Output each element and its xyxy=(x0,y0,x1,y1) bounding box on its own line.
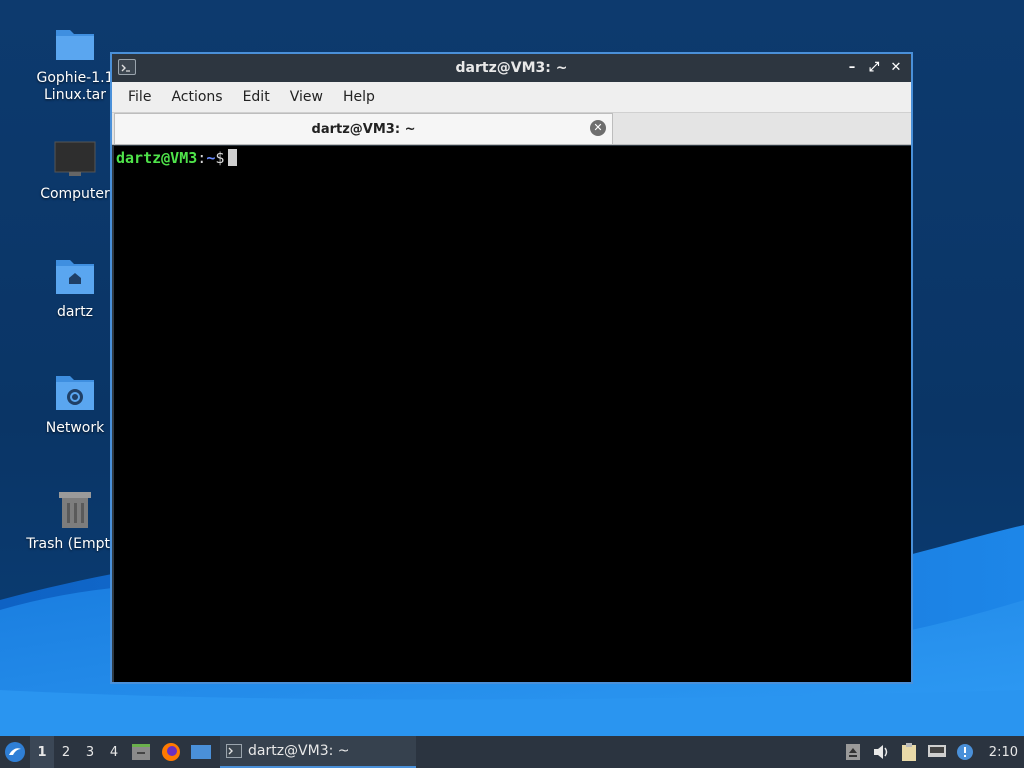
menu-file[interactable]: File xyxy=(118,89,161,105)
menu-view[interactable]: View xyxy=(280,89,333,105)
trash-icon xyxy=(53,488,97,532)
taskbar-item-terminal[interactable]: dartz@VM3: ~ xyxy=(220,736,416,768)
terminal-window[interactable]: dartz@VM3: ~ – ⤢ ✕ File Actions Edit Vie… xyxy=(110,52,913,684)
menu-bar: File Actions Edit View Help xyxy=(112,82,911,113)
menu-edit[interactable]: Edit xyxy=(233,89,280,105)
maximize-button[interactable]: ⤢ xyxy=(865,58,883,76)
terminal-icon xyxy=(226,744,242,758)
close-button[interactable]: ✕ xyxy=(887,58,905,76)
start-menu-button[interactable] xyxy=(0,736,30,768)
terminal-icon xyxy=(118,59,136,75)
menu-help[interactable]: Help xyxy=(333,89,385,105)
clock[interactable]: 2:10 xyxy=(989,745,1018,760)
desktop-switch-1[interactable]: 1 xyxy=(30,736,54,768)
tab-close-icon[interactable]: ✕ xyxy=(590,120,606,136)
lubuntu-logo-icon xyxy=(5,742,25,762)
network-icon[interactable] xyxy=(927,742,947,762)
home-folder-icon xyxy=(53,256,97,300)
clipboard-icon[interactable] xyxy=(899,742,919,762)
firefox-icon xyxy=(162,743,180,761)
firefox-launcher[interactable] xyxy=(156,736,186,768)
prompt-symbol: $ xyxy=(215,149,225,167)
file-manager-icon xyxy=(132,744,150,760)
menu-actions[interactable]: Actions xyxy=(161,89,232,105)
prompt-path: ~ xyxy=(206,149,216,167)
terminal-output[interactable]: dartz@VM3:~$ xyxy=(114,146,911,682)
desktop-switch-4[interactable]: 4 xyxy=(102,736,126,768)
update-notifier-icon[interactable] xyxy=(955,742,975,762)
file-manager-launcher[interactable] xyxy=(126,736,156,768)
window-titlebar[interactable]: dartz@VM3: ~ – ⤢ ✕ xyxy=(112,54,911,82)
tab-bar: dartz@VM3: ~ ✕ xyxy=(112,113,911,145)
desktop-switch-2[interactable]: 2 xyxy=(54,736,78,768)
prompt-colon: : xyxy=(197,149,207,167)
volume-icon[interactable] xyxy=(871,742,891,762)
desktop-switch-3[interactable]: 3 xyxy=(78,736,102,768)
show-desktop-button[interactable] xyxy=(186,736,216,768)
folder-icon xyxy=(53,22,97,66)
system-tray: 2:10 xyxy=(843,736,1024,768)
minimize-button[interactable]: – xyxy=(843,58,861,76)
prompt-user-host: dartz@VM3 xyxy=(116,149,198,167)
terminal-tab[interactable]: dartz@VM3: ~ ✕ xyxy=(114,113,613,144)
show-desktop-icon xyxy=(191,745,211,759)
text-cursor xyxy=(228,149,238,166)
window-title: dartz@VM3: ~ xyxy=(455,60,568,76)
taskbar: 1 2 3 4 dartz@VM3: ~ 2:10 xyxy=(0,736,1024,768)
tab-title: dartz@VM3: ~ xyxy=(311,121,416,137)
eject-icon[interactable] xyxy=(843,742,863,762)
taskbar-item-label: dartz@VM3: ~ xyxy=(248,743,350,759)
monitor-icon xyxy=(53,138,97,182)
network-folder-icon xyxy=(53,372,97,416)
